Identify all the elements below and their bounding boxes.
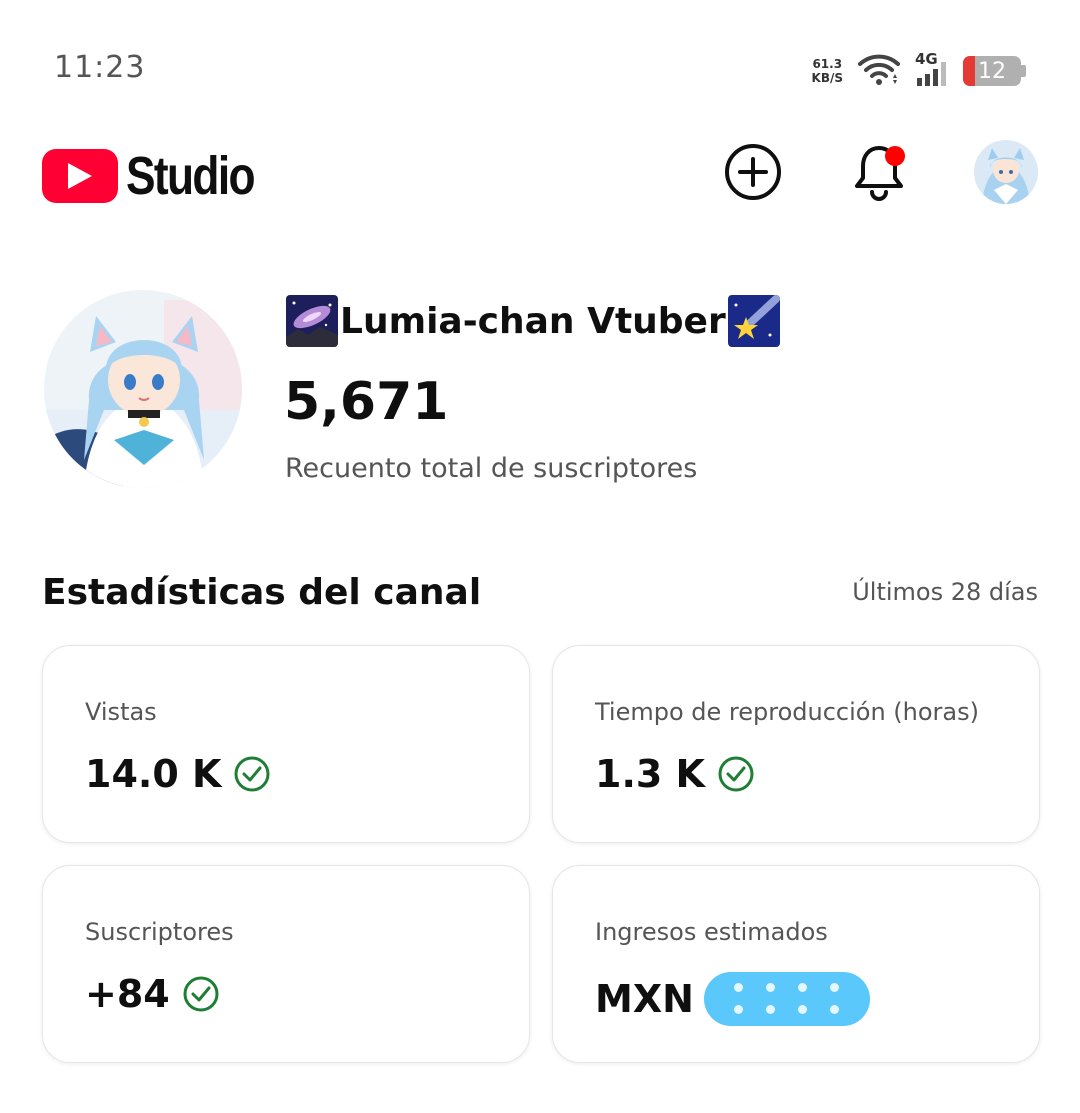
youtube-logo-icon xyxy=(42,149,118,203)
channel-avatar[interactable] xyxy=(44,290,242,488)
stat-value: 1.3 K xyxy=(595,752,705,796)
shooting-star-emoji-icon xyxy=(727,295,780,347)
wifi-icon xyxy=(857,52,901,90)
stat-value: 14.0 K xyxy=(85,752,222,796)
stat-label: Vistas xyxy=(85,698,157,726)
stat-value-row: 14.0 K xyxy=(85,752,271,796)
account-avatar[interactable] xyxy=(974,140,1038,204)
stat-label: Tiempo de reproducción (horas) xyxy=(595,698,979,726)
network-speed-value: 61.3 xyxy=(812,57,843,71)
stat-card-revenue[interactable]: Ingresos estimados MXN xyxy=(552,865,1040,1063)
check-circle-icon xyxy=(717,755,755,793)
battery: 12 xyxy=(963,56,1026,86)
studio-logo[interactable]: Studio xyxy=(42,145,282,207)
status-time: 11:23 xyxy=(54,50,146,85)
create-plus-icon xyxy=(725,144,781,200)
stat-value-row: MXN xyxy=(595,972,870,1026)
battery-fill xyxy=(963,56,975,86)
status-indicators: 61.3 KB/S 4G 12 xyxy=(812,50,1026,90)
stat-card-subscribers[interactable]: Suscriptores +84 xyxy=(42,865,530,1063)
stat-label: Ingresos estimados xyxy=(595,918,828,946)
section-title: Estadísticas del canal xyxy=(42,572,482,613)
network-speed: 61.3 KB/S xyxy=(812,57,843,85)
battery-tip xyxy=(1021,65,1026,77)
check-circle-icon xyxy=(182,975,220,1013)
status-bar: 11:23 61.3 KB/S 4G 12 xyxy=(0,0,1080,130)
bell-icon xyxy=(855,146,905,201)
channel-name: Lumia-chan Vtuber xyxy=(286,295,780,347)
stat-value: +84 xyxy=(85,972,170,1016)
subscriber-count: 5,671 xyxy=(284,372,449,432)
network-speed-unit: KB/S xyxy=(811,71,843,85)
stat-value-row: 1.3 K xyxy=(595,752,755,796)
stat-value: MXN xyxy=(595,977,694,1021)
redaction-blur xyxy=(703,972,870,1026)
app-name: Studio xyxy=(126,146,256,206)
check-circle-icon xyxy=(233,755,271,793)
battery-level: 12 xyxy=(978,58,1006,84)
battery-icon: 12 xyxy=(963,56,1021,86)
stat-card-views[interactable]: Vistas 14.0 K xyxy=(42,645,530,843)
app-header: Studio xyxy=(0,130,1080,220)
stat-card-watch-time[interactable]: Tiempo de reproducción (horas) 1.3 K xyxy=(552,645,1040,843)
channel-name-text: Lumia-chan Vtuber xyxy=(340,300,726,342)
stat-value-row: +84 xyxy=(85,972,220,1016)
notification-dot xyxy=(885,146,905,166)
galaxy-emoji-icon xyxy=(286,295,338,347)
subscriber-count-label: Recuento total de suscriptores xyxy=(285,453,698,484)
notifications-button[interactable] xyxy=(847,140,911,204)
create-button[interactable] xyxy=(721,140,785,204)
period-label: Últimos 28 días xyxy=(852,578,1038,606)
cellular-signal-icon: 4G xyxy=(915,50,949,88)
stat-label: Suscriptores xyxy=(85,918,234,946)
